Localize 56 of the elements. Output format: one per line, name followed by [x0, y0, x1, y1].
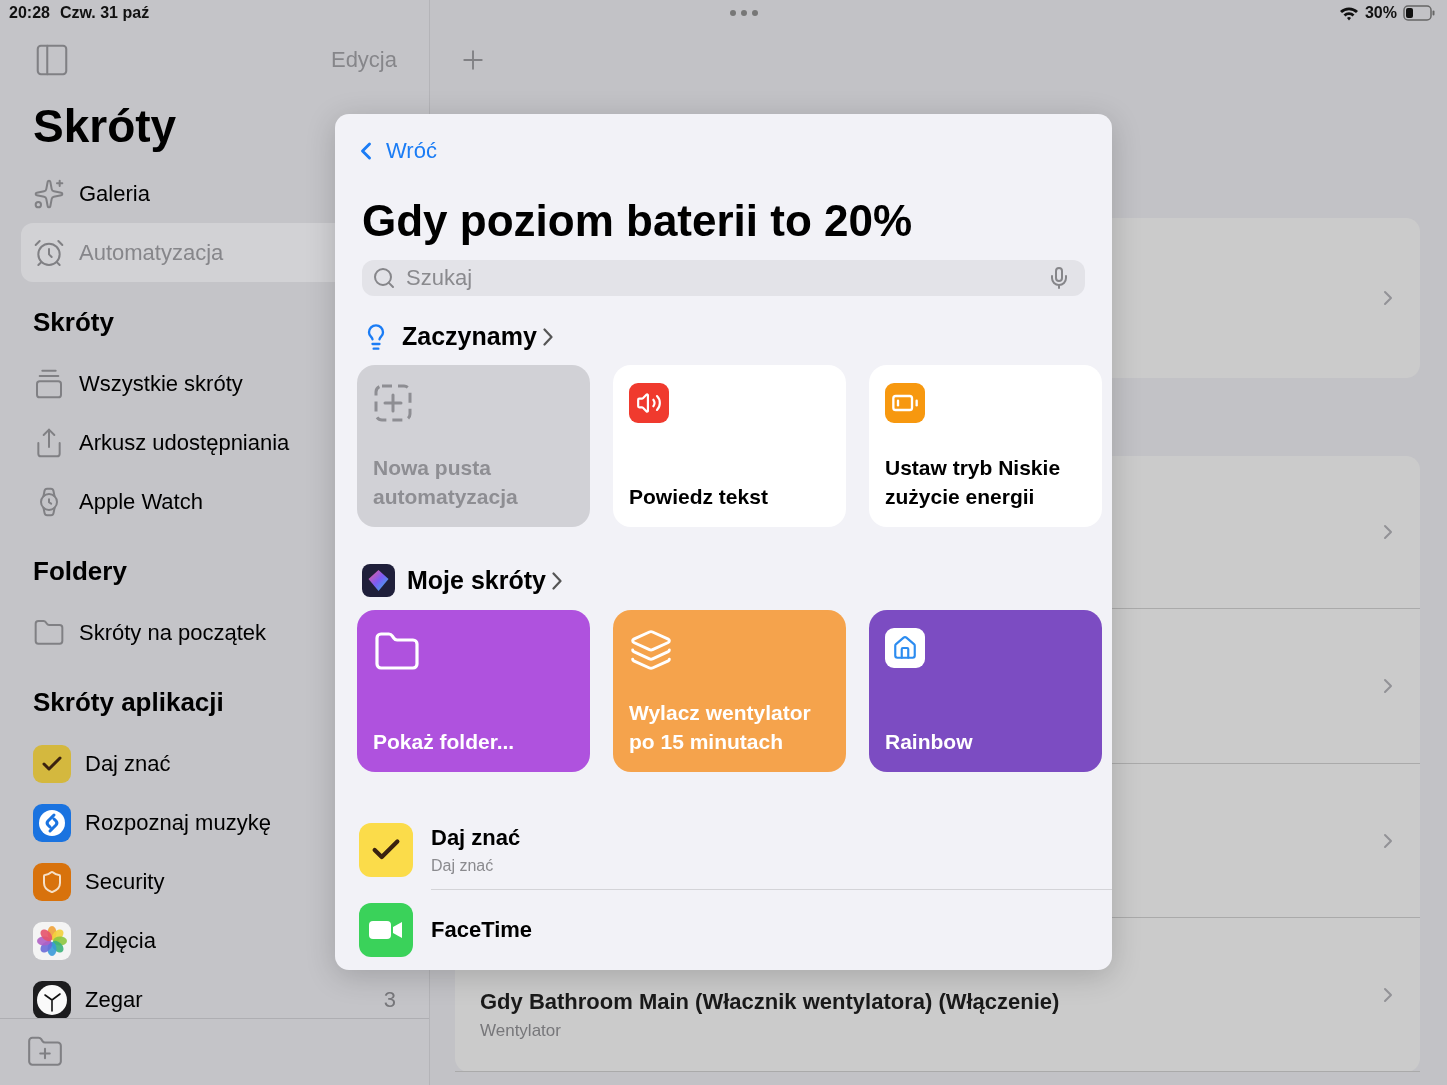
sidebar-item-label: Daj znać [85, 750, 172, 777]
sidebar-item-label: Skróty na początek [79, 619, 268, 646]
tile-label: Rainbow [885, 729, 974, 755]
automation-title: Gdy Bathroom Main (Włacznik wentylatora) (Włączenie) [480, 988, 1061, 1015]
app-title: Daj znać [431, 824, 522, 851]
search-bar[interactable]: Szukaj [362, 260, 1085, 297]
action-tile[interactable]: Ustaw tryb Niskie zużycie energii [869, 365, 1102, 527]
battery-icon [1403, 5, 1435, 21]
sidebar-item-label: Arkusz udostępniania [79, 429, 291, 456]
more-dots-icon[interactable] [729, 9, 760, 17]
tile-label: Pokaż folder... [373, 729, 516, 755]
sidebar-item-label: Rozpoznaj muzykę [85, 809, 272, 836]
app-subtitle: Daj znać [431, 856, 495, 875]
clock-app-icon [33, 980, 71, 1018]
house-app-icon [885, 628, 925, 668]
checkmark-app-icon [359, 823, 413, 877]
chevron-right-icon [542, 327, 553, 346]
sidebar-item-label: Security [85, 868, 166, 895]
action-tile[interactable]: Powiedz tekst [613, 365, 846, 527]
tile-label: Wylacz wentylator po 15 minutach [629, 700, 812, 755]
sidebar-item-label: Zdjęcia [85, 927, 157, 954]
sidebar-item-label: Wszystkie skróty [79, 370, 244, 397]
tile-label: Nowa pusta automatyzacja [373, 455, 519, 510]
sidebar-item[interactable]: Zegar 3 [21, 970, 429, 1018]
action-tile[interactable]: Pokaż folder... [357, 610, 590, 772]
sidebar-item-label: Zegar [85, 986, 144, 1013]
tile-label: Powiedz tekst [629, 484, 769, 510]
stack-icon [33, 367, 65, 400]
section-link[interactable]: Moje skróty [407, 566, 562, 595]
chevron-right-icon [551, 571, 562, 590]
swirl-app-icon [33, 803, 71, 842]
automation-subtitle: Wentylator [480, 1020, 562, 1041]
layers-icon [629, 628, 673, 672]
video-app-icon [359, 903, 413, 957]
shield-app-icon [33, 862, 71, 901]
section-heading: Skróty [33, 306, 114, 339]
sidebar-title: Skróty [33, 99, 177, 154]
status-date: Czw. 31 paź [59, 4, 150, 22]
gallery-icon [33, 177, 65, 210]
section-link[interactable]: Zaczynamy [402, 322, 553, 352]
action-tile[interactable]: Rainbow [869, 610, 1102, 772]
tile-label: Ustaw tryb Niskie zużycie energii [885, 455, 1062, 510]
status-time: 20:28 [9, 4, 50, 22]
checkmark-app-icon [33, 744, 71, 783]
shortcuts-app-icon [362, 564, 395, 597]
back-link[interactable]: Wróć [352, 138, 437, 164]
battery-percent: 30% [1364, 4, 1397, 22]
section-heading: Foldery [33, 555, 127, 588]
search-icon [372, 266, 396, 291]
speaker-app-icon [629, 383, 669, 423]
wifi-icon [1338, 5, 1359, 21]
item-count: 3 [383, 986, 397, 1013]
flower-app-icon [33, 921, 71, 960]
section-heading: Skróty aplikacji [33, 686, 224, 719]
battery-app-icon [885, 383, 925, 423]
dashed-plus-icon [373, 383, 413, 423]
